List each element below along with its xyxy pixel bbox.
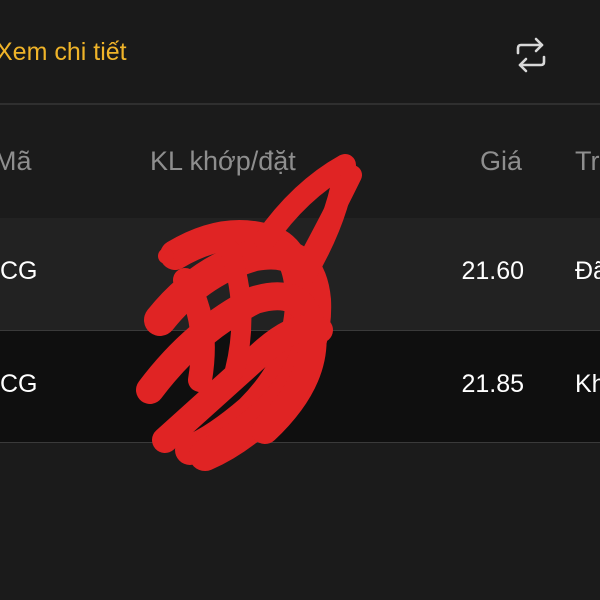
cell-status: Kh: [575, 370, 600, 398]
view-details-link[interactable]: Xem chi tiết: [0, 38, 127, 67]
row-divider: [0, 442, 600, 443]
column-header-volume: KL khớp/đặt: [150, 146, 296, 176]
column-header-code: Mã: [0, 146, 32, 176]
cell-code: CG: [0, 257, 38, 285]
table-row[interactable]: CG 21.60 Đã: [0, 218, 600, 330]
top-bar: Xem chi tiết: [0, 0, 600, 104]
order-list-screen: Xem chi tiết Mã KL khớp/đặt Giá Tr CG 21…: [0, 0, 600, 600]
table-header: Mã KL khớp/đặt Giá Tr: [0, 105, 600, 218]
table-row[interactable]: CG 21.85 Kh: [0, 331, 600, 443]
column-header-status: Tr: [575, 146, 600, 176]
swap-arrows-icon[interactable]: [512, 36, 550, 74]
cell-code: CG: [0, 370, 38, 398]
cell-status: Đã: [575, 257, 600, 285]
column-header-price: Giá: [479, 146, 522, 176]
cell-price: 21.85: [461, 370, 524, 398]
cell-price: 21.60: [461, 257, 524, 285]
